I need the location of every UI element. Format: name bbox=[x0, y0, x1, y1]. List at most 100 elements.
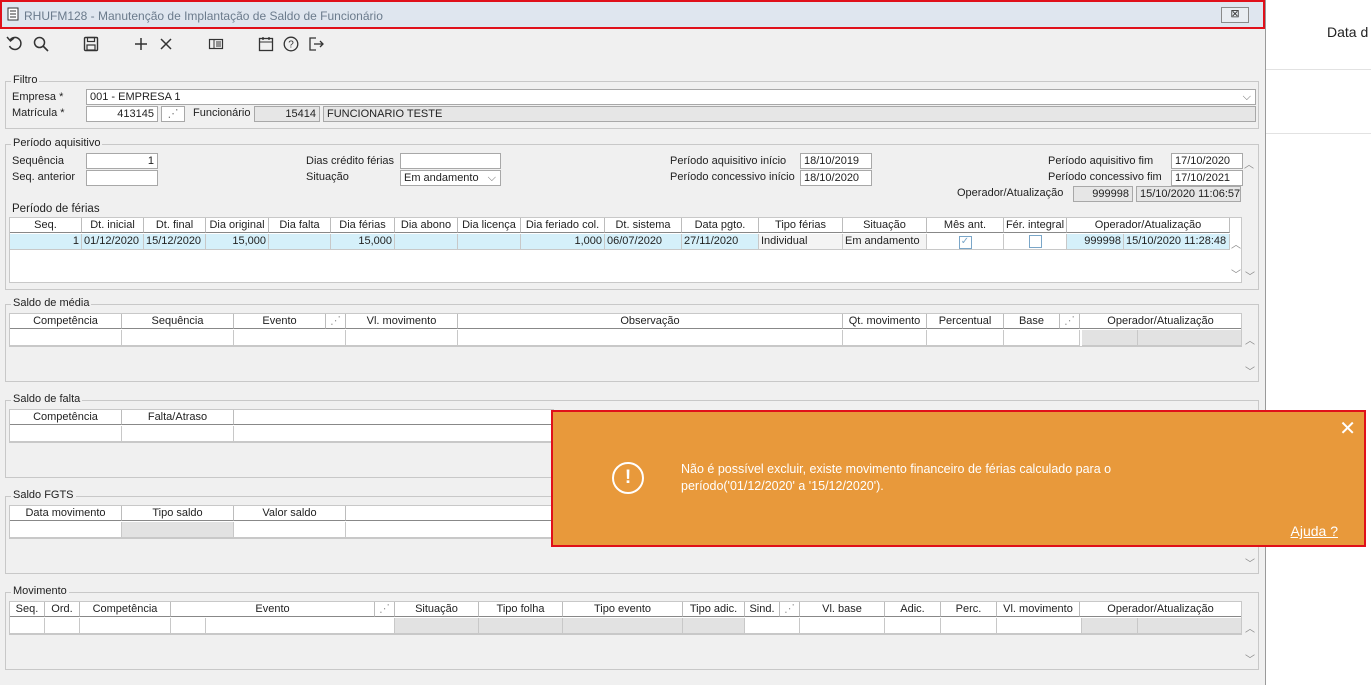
list-icon[interactable] bbox=[207, 35, 225, 53]
window-close-button[interactable]: ⊠ bbox=[1221, 7, 1249, 23]
col-header[interactable]: Dia feriado col. bbox=[521, 218, 605, 233]
media-cell[interactable] bbox=[122, 330, 234, 346]
col-header[interactable]: Competência bbox=[80, 602, 171, 617]
col-header[interactable]: Falta/Atraso bbox=[122, 410, 234, 425]
fer-integral-checkbox[interactable] bbox=[1004, 234, 1067, 250]
col-header[interactable]: Perc. bbox=[941, 602, 997, 617]
scroll-down-icon[interactable]: ﹀ bbox=[1244, 651, 1256, 666]
falta-cell[interactable] bbox=[234, 426, 554, 442]
lookup-icon[interactable]: ⋰ bbox=[326, 314, 346, 329]
delete-icon[interactable] bbox=[157, 35, 175, 53]
movimento-cell[interactable] bbox=[1138, 618, 1241, 634]
search-icon[interactable] bbox=[32, 35, 50, 53]
col-header[interactable]: Dt. inicial bbox=[82, 218, 144, 233]
col-header[interactable]: Sequência bbox=[122, 314, 234, 329]
col-header[interactable]: Situação bbox=[395, 602, 479, 617]
ferias-cell[interactable] bbox=[395, 234, 458, 250]
col-header[interactable]: Tipo saldo bbox=[122, 506, 234, 521]
col-header[interactable]: Data pgto. bbox=[682, 218, 759, 233]
fgts-cell[interactable] bbox=[122, 522, 234, 538]
ferias-cell[interactable] bbox=[458, 234, 521, 250]
ferias-cell[interactable] bbox=[269, 234, 331, 250]
movimento-cell[interactable] bbox=[395, 618, 479, 634]
media-cell[interactable] bbox=[234, 330, 346, 346]
col-header[interactable]: Dia abono bbox=[395, 218, 458, 233]
movimento-cell[interactable] bbox=[206, 618, 395, 634]
lookup-icon[interactable]: ⋰ bbox=[780, 602, 800, 617]
lookup-button[interactable]: ⋰ bbox=[161, 106, 185, 122]
ferias-cell[interactable]: 06/07/2020 bbox=[605, 234, 682, 250]
fgts-cell[interactable] bbox=[234, 522, 346, 538]
scroll-up-icon[interactable]: ︿ bbox=[1244, 620, 1256, 635]
matricula-input[interactable]: 413145 bbox=[86, 106, 158, 122]
movimento-cell[interactable] bbox=[997, 618, 1082, 634]
col-header[interactable]: Qt. movimento bbox=[843, 314, 927, 329]
media-cell[interactable] bbox=[843, 330, 927, 346]
col-header[interactable]: Ord. bbox=[45, 602, 80, 617]
media-cell[interactable] bbox=[10, 330, 122, 346]
calendar-icon[interactable] bbox=[257, 35, 275, 53]
col-header[interactable]: Percentual bbox=[927, 314, 1004, 329]
movimento-cell[interactable] bbox=[1082, 618, 1138, 634]
ferias-cell[interactable]: Em andamento bbox=[843, 234, 927, 250]
col-header[interactable]: Dia férias bbox=[331, 218, 395, 233]
lookup-icon[interactable]: ⋰ bbox=[1060, 314, 1080, 329]
col-header[interactable]: Vl. base bbox=[800, 602, 885, 617]
ferias-cell[interactable]: 27/11/2020 bbox=[682, 234, 759, 250]
scroll-down-icon[interactable]: ﹀ bbox=[1244, 268, 1256, 283]
movimento-cell[interactable] bbox=[683, 618, 745, 634]
ferias-cell[interactable]: 01/12/2020 bbox=[82, 234, 144, 250]
add-icon[interactable] bbox=[132, 35, 150, 53]
mes-ant-checkbox[interactable]: ✓ bbox=[927, 234, 1004, 250]
ferias-cell[interactable]: 15/10/2020 11:28:48 bbox=[1124, 234, 1230, 250]
col-header[interactable]: Data movimento bbox=[10, 506, 122, 521]
ferias-cell[interactable]: 15,000 bbox=[331, 234, 395, 250]
ferias-cell[interactable]: 15,000 bbox=[206, 234, 269, 250]
col-header[interactable]: Evento bbox=[171, 602, 375, 617]
media-cell[interactable] bbox=[1004, 330, 1080, 346]
col-header[interactable]: Dt. sistema bbox=[605, 218, 682, 233]
pc-fim-input[interactable]: 17/10/2021 bbox=[1171, 170, 1243, 186]
col-header[interactable]: Adic. bbox=[885, 602, 941, 617]
sequencia-input[interactable]: 1 bbox=[86, 153, 158, 169]
media-cell[interactable] bbox=[927, 330, 1004, 346]
col-header[interactable]: Fér. integral bbox=[1004, 218, 1067, 233]
fgts-cell[interactable] bbox=[10, 522, 122, 538]
media-cell[interactable] bbox=[1082, 330, 1138, 346]
col-header[interactable]: Mês ant. bbox=[927, 218, 1004, 233]
col-header[interactable]: Tipo evento bbox=[563, 602, 683, 617]
movimento-cell[interactable] bbox=[745, 618, 800, 634]
pa-inicio-input[interactable]: 18/10/2019 bbox=[800, 153, 872, 169]
fgts-cell[interactable] bbox=[346, 522, 554, 538]
save-icon[interactable] bbox=[82, 35, 100, 53]
ferias-cell[interactable]: 999998 bbox=[1067, 234, 1124, 250]
undo-icon[interactable] bbox=[6, 35, 24, 53]
col-header[interactable]: Sind. bbox=[745, 602, 780, 617]
col-header[interactable]: Seq. bbox=[10, 218, 82, 233]
col-header[interactable]: Operador/Atualização bbox=[1080, 602, 1241, 617]
ferias-cell[interactable]: 15/12/2020 bbox=[144, 234, 206, 250]
media-cell[interactable] bbox=[346, 330, 458, 346]
col-header[interactable]: Dt. final bbox=[144, 218, 206, 233]
col-header[interactable]: Tipo férias bbox=[759, 218, 843, 233]
media-cell[interactable] bbox=[458, 330, 843, 346]
help-icon[interactable]: ? bbox=[282, 35, 300, 53]
seq-anterior-input[interactable] bbox=[86, 170, 158, 186]
col-header[interactable]: Valor saldo bbox=[234, 506, 346, 521]
col-header[interactable]: Tipo adic. bbox=[683, 602, 745, 617]
help-link[interactable]: Ajuda ? bbox=[1291, 523, 1338, 539]
scroll-up-icon[interactable]: ︿ bbox=[1230, 236, 1241, 251]
col-header[interactable]: Tipo folha bbox=[479, 602, 563, 617]
scroll-up-icon[interactable]: ︿ bbox=[1243, 156, 1255, 171]
scroll-down-icon[interactable]: ﹀ bbox=[1230, 266, 1241, 281]
scroll-up-icon[interactable]: ︿ bbox=[1244, 332, 1256, 347]
col-header[interactable]: Dia original bbox=[206, 218, 269, 233]
col-header[interactable]: Vl. movimento bbox=[346, 314, 458, 329]
col-header[interactable]: Competência bbox=[10, 314, 122, 329]
empresa-select[interactable]: 001 - EMPRESA 1 ⌵ bbox=[86, 89, 1256, 105]
ferias-cell[interactable]: 1 bbox=[10, 234, 82, 250]
col-header[interactable]: Dia licença bbox=[458, 218, 521, 233]
movimento-cell[interactable] bbox=[563, 618, 683, 634]
falta-cell[interactable] bbox=[122, 426, 234, 442]
falta-cell[interactable] bbox=[10, 426, 122, 442]
